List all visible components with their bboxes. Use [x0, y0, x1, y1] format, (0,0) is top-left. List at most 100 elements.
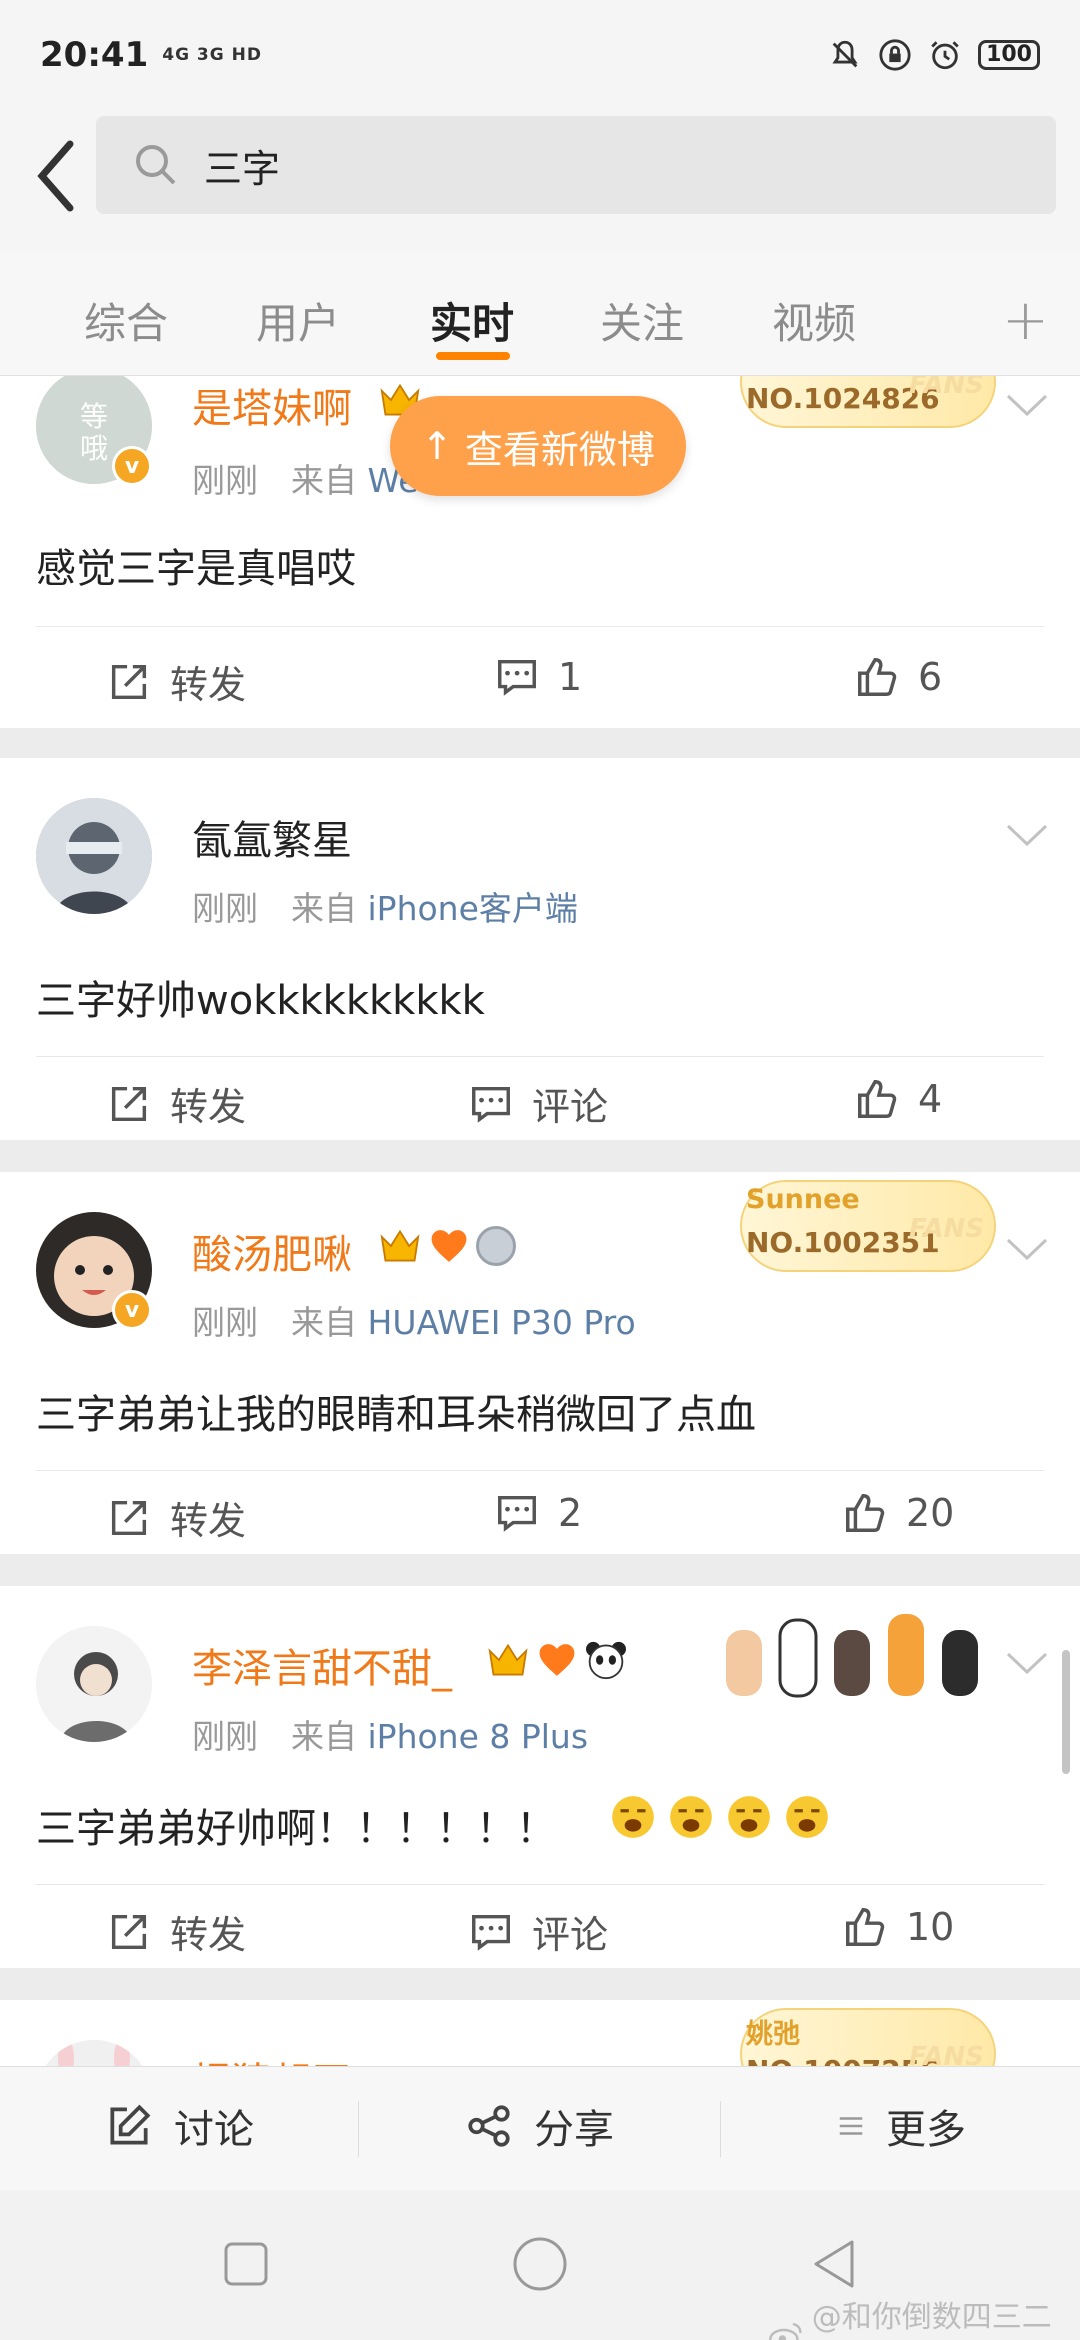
fans-badge-name: Sunnee: [746, 1184, 860, 1215]
share-button[interactable]: 分享: [464, 2097, 614, 2155]
post-source[interactable]: iPhone 8 Plus: [368, 1717, 589, 1756]
repost-icon: [111, 1500, 147, 1535]
username[interactable]: 橘猿起司: [192, 2050, 352, 2066]
post-source[interactable]: iPhone客户端: [368, 889, 578, 928]
repost-button[interactable]: 转发: [106, 1490, 246, 1545]
view-new-posts-label: 查看新微博: [464, 427, 655, 472]
status-icons: 100: [828, 38, 1040, 72]
discuss-button[interactable]: 讨论: [104, 2097, 254, 2155]
post-card: v 酸汤肥啾 刚刚 来自 HUAWEI P30 Pro Sunnee NO.10…: [0, 1172, 1080, 1554]
chevron-down-icon[interactable]: [1004, 1648, 1050, 1678]
comment-icon: [498, 1495, 536, 1532]
divider: [36, 1884, 1044, 1885]
crying-emoji-icon: [728, 1796, 770, 1838]
like-button[interactable]: 4: [854, 1076, 942, 1122]
fans-logo: FANS: [908, 2042, 984, 2066]
user-badges: [378, 1226, 516, 1266]
like-count: 6: [918, 655, 943, 699]
avatar[interactable]: [36, 2040, 152, 2066]
divider: [720, 2101, 721, 2157]
like-button[interactable]: 10: [842, 1904, 954, 1950]
comment-label: 评论: [532, 1913, 609, 1957]
svg-text:哦: 哦: [80, 432, 108, 465]
divider: [36, 626, 1044, 627]
vip-crown-icon: [488, 1643, 528, 1676]
crying-emoji-icon: [670, 1796, 712, 1838]
recents-square-icon[interactable]: [216, 2234, 276, 2294]
vip-crown-icon: [380, 1229, 420, 1262]
post-content: 感觉三字是真唱哎: [36, 546, 356, 592]
repost-button[interactable]: 转发: [106, 1076, 246, 1131]
fans-logo: FANS: [908, 1214, 984, 1244]
thumbs-up-icon: [846, 1494, 885, 1532]
post-content: 三字弟弟好帅啊！！！！！！: [36, 1806, 556, 1852]
tab-video[interactable]: 视频: [772, 290, 856, 351]
post-content: 三字弟弟让我的眼睛和耳朵稍微回了点血: [36, 1392, 756, 1438]
feed: 等哦 v 是塔妹啊 刚刚 来自 Weibo.intl 刘海 NO.1024826…: [0, 376, 1080, 2066]
post-content: 三字好帅wokkkkkkkkkk: [36, 978, 485, 1024]
source-prefix: 来自: [291, 889, 357, 928]
comment-icon: [472, 1086, 510, 1123]
post-time: 刚刚: [192, 1717, 258, 1756]
alarm-icon: [931, 41, 959, 70]
username[interactable]: 氤氲繁星: [192, 808, 352, 866]
fans-badge[interactable]: 姚弛 NO.1007256 FANS: [740, 2008, 996, 2066]
share-icon: [468, 2105, 510, 2147]
chevron-down-icon[interactable]: [1004, 1234, 1050, 1264]
username[interactable]: 酸汤肥啾: [192, 1222, 352, 1280]
username[interactable]: 是塔妹啊: [192, 376, 352, 434]
lock-icon: [879, 39, 911, 71]
comment-button[interactable]: 2: [494, 1490, 582, 1536]
post-time: 刚刚: [192, 1303, 258, 1342]
menu-icon: [839, 2117, 863, 2135]
comment-button[interactable]: 评论: [468, 1076, 608, 1131]
like-count: 10: [906, 1905, 955, 1949]
tab-realtime[interactable]: 实时: [430, 290, 514, 351]
post-source[interactable]: HUAWEI P30 Pro: [368, 1303, 636, 1342]
post-meta: 刚刚 来自 iPhone 8 Plus: [192, 1710, 588, 1758]
view-new-posts-button[interactable]: ↑ 查看新微博: [390, 396, 686, 496]
username[interactable]: 李泽言甜不甜_: [192, 1636, 452, 1694]
repost-icon: [111, 664, 147, 699]
chevron-down-icon[interactable]: [1004, 390, 1050, 420]
verified-badge: v: [112, 1290, 152, 1330]
fans-badge[interactable]: Sunnee NO.1002351 FANS: [740, 1180, 996, 1272]
comment-count: 2: [558, 1491, 583, 1535]
source-prefix: 来自: [291, 1717, 357, 1756]
divider: [36, 1470, 1044, 1471]
heart-icon: [539, 1644, 575, 1676]
repost-button[interactable]: 转发: [106, 654, 246, 709]
medal-icon: [476, 1226, 516, 1266]
repost-button[interactable]: 转发: [106, 1904, 246, 1959]
chevron-down-icon[interactable]: [1004, 820, 1050, 850]
avatar[interactable]: [36, 1626, 152, 1742]
comment-button[interactable]: 1: [494, 654, 582, 700]
avatar[interactable]: [36, 798, 152, 914]
more-button[interactable]: 更多: [836, 2097, 966, 2155]
add-tab-button[interactable]: +: [1002, 288, 1049, 353]
tab-bar: 综合 用户 实时 关注 视频: [0, 252, 1080, 376]
status-bar: 20:41 4G 3G HD 100: [0, 0, 1080, 110]
tab-users[interactable]: 用户: [256, 290, 340, 351]
svg-text:等: 等: [80, 400, 108, 433]
search-input[interactable]: 三字: [96, 116, 1056, 214]
thumbs-up-icon: [846, 1908, 885, 1946]
active-tab-indicator: [436, 352, 510, 360]
repost-label: 转发: [170, 1913, 247, 1957]
emoji-group: [608, 1792, 832, 1842]
like-button[interactable]: 20: [842, 1490, 954, 1536]
crying-emoji-icon: [612, 1796, 654, 1838]
back-arrow-icon[interactable]: [26, 136, 86, 216]
comment-button[interactable]: 评论: [468, 1904, 608, 1959]
fans-badge[interactable]: 刘海 NO.1024826 FANS: [740, 376, 996, 428]
home-circle-icon[interactable]: [510, 2234, 570, 2294]
post-card: 李泽言甜不甜_ 刚刚 来自 iPhone 8 Plus 三字弟弟好帅啊！！！！！…: [0, 1586, 1080, 1968]
scrollbar[interactable]: [1062, 1650, 1070, 1774]
repost-label: 转发: [170, 663, 247, 707]
like-button[interactable]: 6: [854, 654, 942, 700]
edit-icon: [110, 2104, 151, 2145]
back-triangle-icon[interactable]: [804, 2234, 864, 2294]
tab-following[interactable]: 关注: [600, 290, 684, 351]
tab-comprehensive[interactable]: 综合: [84, 290, 168, 351]
thumbs-up-icon: [858, 658, 897, 696]
